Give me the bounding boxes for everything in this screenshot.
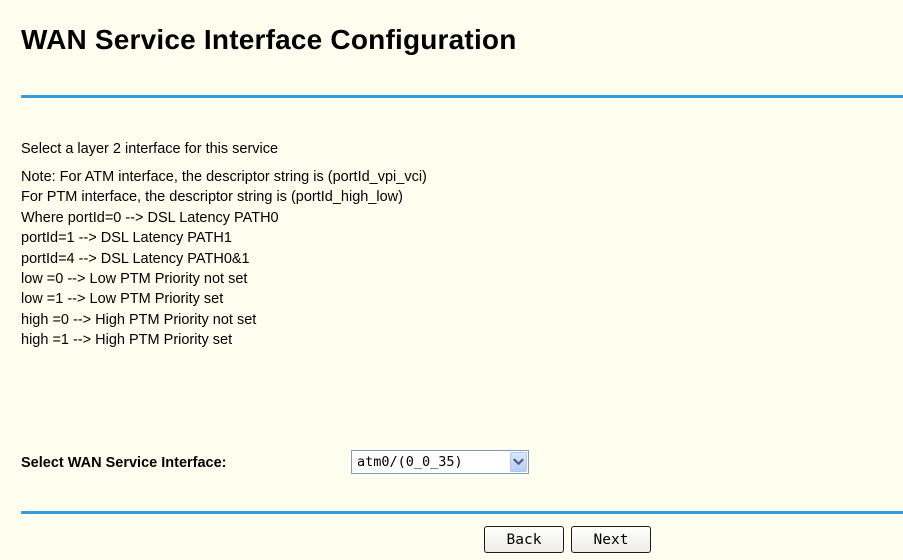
chevron-down-icon[interactable]	[510, 452, 527, 472]
note-line: portId=1 --> DSL Latency PATH1	[21, 230, 232, 247]
note-line: high =1 --> High PTM Priority set	[21, 332, 233, 349]
wan-service-interface-page: WAN Service Interface Configuration Sele…	[0, 0, 903, 560]
intro-text: Select a layer 2 interface for this serv…	[21, 141, 279, 157]
footer-divider	[21, 511, 903, 514]
back-button[interactable]: Back	[484, 526, 564, 553]
descriptor-notes: Note: For ATM interface, the descriptor …	[21, 167, 427, 351]
note-line: For PTM interface, the descriptor string…	[21, 189, 403, 206]
wan-interface-label: Select WAN Service Interface:	[21, 455, 227, 471]
wan-interface-selected-value: atm0/(0_0_35)	[357, 454, 463, 470]
next-button[interactable]: Next	[571, 526, 651, 553]
header-divider	[21, 95, 903, 98]
note-line: Note: For ATM interface, the descriptor …	[21, 169, 427, 185]
page-title: WAN Service Interface Configuration	[21, 24, 517, 55]
note-line: Where portId=0 --> DSL Latency PATH0	[21, 209, 279, 226]
note-line: low =0 --> Low PTM Priority not set	[21, 271, 248, 288]
note-line: high =0 --> High PTM Priority not set	[21, 311, 257, 328]
wan-interface-select[interactable]: atm0/(0_0_35)	[351, 450, 529, 474]
note-line: portId=4 --> DSL Latency PATH0&1	[21, 250, 250, 267]
note-line: low =1 --> Low PTM Priority set	[21, 291, 224, 308]
